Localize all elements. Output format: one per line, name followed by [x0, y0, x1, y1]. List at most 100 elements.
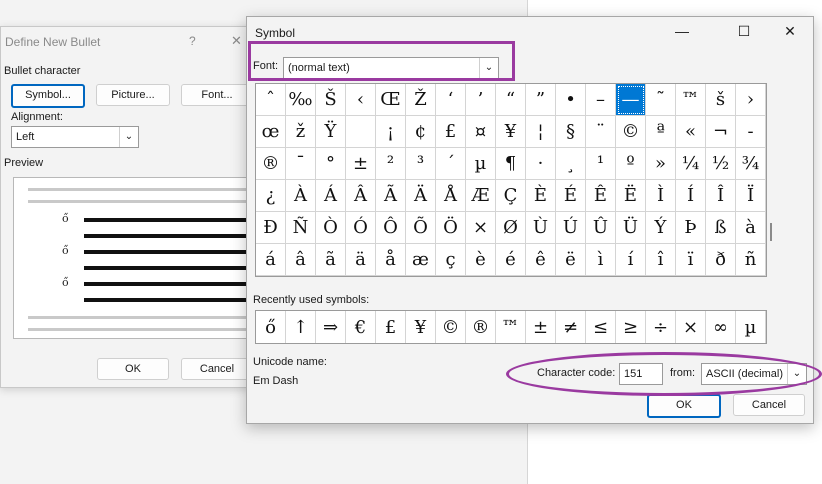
symbol-cell[interactable]: À — [286, 180, 316, 212]
symbol-cell[interactable]: Å — [436, 180, 466, 212]
symbol-cell[interactable]: ¥ — [496, 116, 526, 148]
grid-scrollbar[interactable] — [767, 83, 775, 275]
symbol-cell[interactable]: ’ — [466, 84, 496, 116]
symbol-cell[interactable]: Ú — [556, 212, 586, 244]
symbol-cell[interactable]: Î — [706, 180, 736, 212]
close-icon[interactable]: ✕ — [231, 33, 242, 49]
symbol-cell[interactable]: » — [646, 148, 676, 180]
recent-symbol-cell[interactable]: µ — [736, 311, 766, 343]
symbol-cell[interactable]: Š — [316, 84, 346, 116]
symbol-cell[interactable]: Õ — [406, 212, 436, 244]
recent-symbol-cell[interactable]: ⇒ — [316, 311, 346, 343]
symbol-cell[interactable]: è — [466, 244, 496, 276]
symbol-cell[interactable]: ¿ — [256, 180, 286, 212]
symbol-cell[interactable]: ³ — [406, 148, 436, 180]
symbol-cell[interactable]: Ä — [406, 180, 436, 212]
symbol-cell[interactable]: ¦ — [526, 116, 556, 148]
symbol-cell[interactable]: ž — [286, 116, 316, 148]
recent-symbol-cell[interactable]: ™ — [496, 311, 526, 343]
symbol-cell[interactable]: Í — [676, 180, 706, 212]
symbol-cell[interactable]: ‘ — [436, 84, 466, 116]
symbol-cell[interactable]: - — [736, 116, 766, 148]
symbol-cell[interactable]: Ÿ — [316, 116, 346, 148]
symbol-cell[interactable]: ” — [526, 84, 556, 116]
symbol-cell[interactable]: ¤ — [466, 116, 496, 148]
recent-symbol-cell[interactable]: ± — [526, 311, 556, 343]
symbol-cell[interactable]: Á — [316, 180, 346, 212]
symbol-cell[interactable]: © — [616, 116, 646, 148]
symbol-cell[interactable]: ä — [346, 244, 376, 276]
symbol-cell[interactable]: Ã — [376, 180, 406, 212]
symbol-cell[interactable]: Ï — [736, 180, 766, 212]
symbol-cell[interactable]: á — [256, 244, 286, 276]
symbol-cell[interactable]: î — [646, 244, 676, 276]
symbol-cell[interactable]: É — [556, 180, 586, 212]
symbol-cell[interactable]: º — [616, 148, 646, 180]
symbol-cell[interactable]: Ð — [256, 212, 286, 244]
recent-symbol-cell[interactable]: ≠ — [556, 311, 586, 343]
symbol-cell[interactable]: œ — [256, 116, 286, 148]
symbol-cell[interactable]: í — [616, 244, 646, 276]
bullet-cancel-button[interactable]: Cancel — [181, 358, 253, 380]
symbol-cell[interactable]: Ü — [616, 212, 646, 244]
symbol-cell[interactable]: Ì — [646, 180, 676, 212]
alignment-select[interactable]: Left ⌄ — [11, 126, 139, 148]
symbol-cancel-button[interactable]: Cancel — [733, 394, 805, 416]
symbol-cell[interactable]: ¼ — [676, 148, 706, 180]
bullet-ok-button[interactable]: OK — [97, 358, 169, 380]
recent-symbol-cell[interactable]: ő — [256, 311, 286, 343]
symbol-cell[interactable]: å — [376, 244, 406, 276]
symbol-cell[interactable]: £ — [436, 116, 466, 148]
symbol-cell[interactable]: ì — [586, 244, 616, 276]
symbol-ok-button[interactable]: OK — [647, 394, 721, 418]
help-icon[interactable]: ? — [189, 34, 196, 48]
scrollbar-thumb[interactable] — [770, 223, 772, 241]
symbol-cell[interactable]: ¸ — [556, 148, 586, 180]
recent-symbol-cell[interactable]: ∞ — [706, 311, 736, 343]
symbol-cell[interactable]: Ò — [316, 212, 346, 244]
symbol-cell[interactable] — [346, 116, 376, 148]
font-button[interactable]: Font... — [181, 84, 253, 106]
symbol-cell[interactable]: Þ — [676, 212, 706, 244]
recent-symbol-cell[interactable]: ≤ — [586, 311, 616, 343]
symbol-cell[interactable]: Ó — [346, 212, 376, 244]
symbol-cell[interactable]: « — [676, 116, 706, 148]
symbol-cell[interactable]: ¾ — [736, 148, 766, 180]
symbol-cell[interactable]: Ž — [406, 84, 436, 116]
symbol-cell[interactable]: Æ — [466, 180, 496, 212]
symbol-cell[interactable]: È — [526, 180, 556, 212]
symbol-cell[interactable]: Ý — [646, 212, 676, 244]
symbol-cell[interactable]: ß — [706, 212, 736, 244]
symbol-cell[interactable]: Ø — [496, 212, 526, 244]
symbol-cell[interactable]: ï — [676, 244, 706, 276]
symbol-cell[interactable]: ç — [436, 244, 466, 276]
symbol-cell[interactable]: · — [526, 148, 556, 180]
symbol-cell[interactable]: ¹ — [586, 148, 616, 180]
symbol-cell[interactable]: ê — [526, 244, 556, 276]
symbol-cell[interactable]: ã — [316, 244, 346, 276]
symbol-cell[interactable]: ñ — [736, 244, 766, 276]
minimize-icon[interactable]: — — [667, 21, 697, 41]
symbol-cell[interactable]: – — [586, 84, 616, 116]
symbol-cell[interactable]: š — [706, 84, 736, 116]
recent-symbol-cell[interactable]: ® — [466, 311, 496, 343]
symbol-cell[interactable]: — — [616, 84, 646, 116]
maximize-icon[interactable]: ☐ — [729, 21, 759, 41]
symbol-cell[interactable]: ¢ — [406, 116, 436, 148]
symbol-cell[interactable]: ë — [556, 244, 586, 276]
symbol-cell[interactable]: ª — [646, 116, 676, 148]
symbol-cell[interactable]: ˜ — [646, 84, 676, 116]
symbol-cell[interactable]: ‰ — [286, 84, 316, 116]
symbol-cell[interactable]: ¡ — [376, 116, 406, 148]
recent-symbol-cell[interactable]: ↑ — [286, 311, 316, 343]
symbol-cell[interactable]: › — [736, 84, 766, 116]
symbol-cell[interactable]: ˆ — [256, 84, 286, 116]
symbol-cell[interactable]: é — [496, 244, 526, 276]
symbol-cell[interactable]: ð — [706, 244, 736, 276]
symbol-cell[interactable]: ‹ — [346, 84, 376, 116]
recent-symbol-cell[interactable]: × — [676, 311, 706, 343]
recent-symbol-cell[interactable]: ÷ — [646, 311, 676, 343]
symbol-cell[interactable]: Ô — [376, 212, 406, 244]
symbol-button[interactable]: Symbol... — [11, 84, 85, 108]
recent-symbol-cell[interactable]: ≥ — [616, 311, 646, 343]
